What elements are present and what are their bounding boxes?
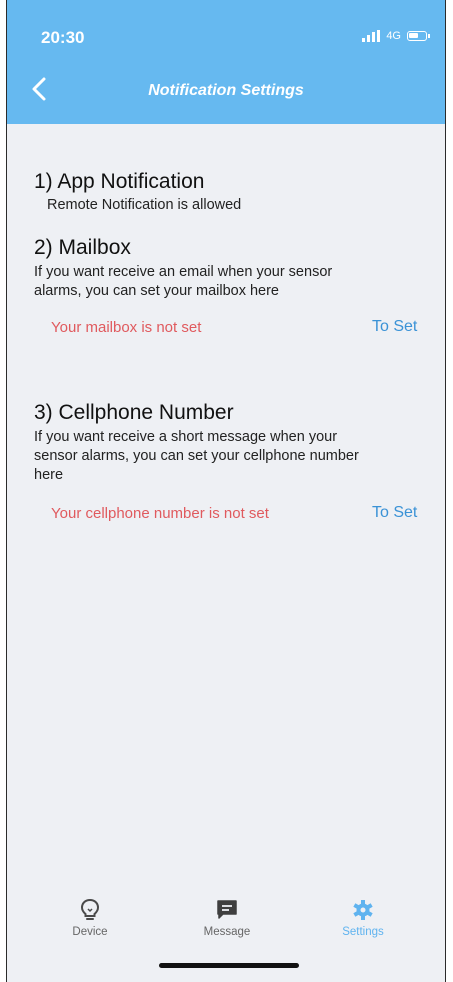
mailbox-heading: 2) Mailbox xyxy=(34,236,131,259)
gear-icon xyxy=(353,900,373,920)
mailbox-status: Your mailbox is not set xyxy=(51,319,202,336)
cellphone-heading: 3) Cellphone Number xyxy=(34,401,234,424)
header-bar: 20:30 4G Notification Settings xyxy=(7,0,445,124)
tab-message[interactable]: Message xyxy=(182,898,272,938)
cellphone-status: Your cellphone number is not set xyxy=(51,505,269,522)
app-notification-heading: 1) App Notification xyxy=(34,170,205,193)
network-type: 4G xyxy=(386,30,401,42)
tab-bar: Device Message Settings xyxy=(7,898,445,958)
page-title: Notification Settings xyxy=(148,82,304,99)
app-notification-status: Remote Notification is allowed xyxy=(47,197,242,213)
lightbulb-icon xyxy=(80,898,100,920)
cellphone-description-line1: If you want receive a short message when… xyxy=(34,429,338,445)
tab-device[interactable]: Device xyxy=(45,898,135,938)
signal-icon xyxy=(362,30,381,42)
cellphone-description-line2: sensor alarms, you can set your cellphon… xyxy=(34,448,359,464)
phone-screen: 20:30 4G Notification Settings 1) App No… xyxy=(6,0,446,982)
cellphone-set-button[interactable]: To Set xyxy=(372,504,417,522)
message-icon xyxy=(217,900,237,919)
mailbox-description-line2: alarms, you can set your mailbox here xyxy=(34,283,279,299)
tab-message-label: Message xyxy=(203,926,251,938)
status-indicators: 4G xyxy=(362,30,430,42)
tab-settings[interactable]: Settings xyxy=(318,898,408,938)
tab-settings-label: Settings xyxy=(342,926,384,938)
home-indicator[interactable] xyxy=(159,963,299,968)
status-time: 20:30 xyxy=(41,28,85,47)
mailbox-set-button[interactable]: To Set xyxy=(372,318,417,336)
cellphone-description-line3: here xyxy=(34,467,64,483)
tab-device-label: Device xyxy=(72,926,108,938)
mailbox-description-line1: If you want receive an email when your s… xyxy=(34,264,333,280)
battery-icon xyxy=(407,31,430,41)
